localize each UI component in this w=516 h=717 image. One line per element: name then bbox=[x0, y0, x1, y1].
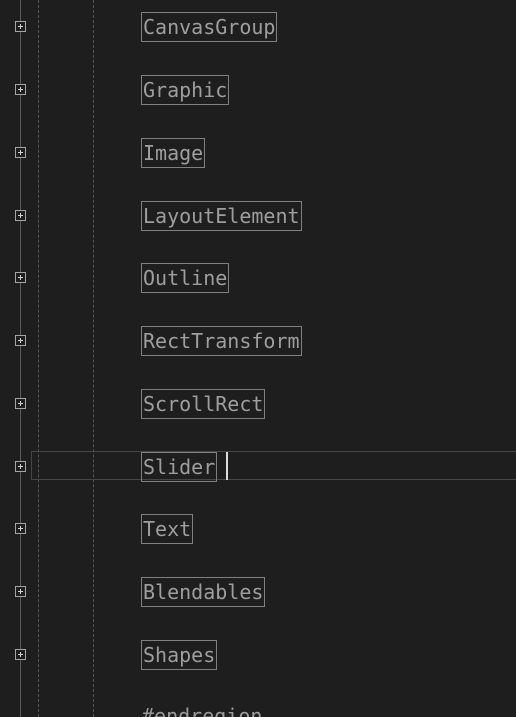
collapsed-region-row: CanvasGroup bbox=[0, 12, 516, 44]
collapsed-region-blendables[interactable]: Blendables bbox=[141, 577, 266, 607]
expand-plus-icon[interactable] bbox=[15, 649, 26, 660]
collapsed-region-row: Graphic bbox=[0, 75, 516, 107]
collapsed-region-row: Blendables bbox=[0, 577, 516, 609]
expand-plus-icon[interactable] bbox=[15, 21, 26, 32]
code-editor[interactable]: CanvasGroup Graphic Image LayoutElement … bbox=[0, 0, 516, 717]
expand-plus-icon[interactable] bbox=[15, 586, 26, 597]
collapsed-region-row: Slider bbox=[0, 452, 516, 484]
expand-plus-icon[interactable] bbox=[15, 398, 26, 409]
collapsed-region-row: Shapes bbox=[0, 640, 516, 672]
collapsed-region-text[interactable]: Text bbox=[141, 514, 194, 544]
text-caret bbox=[226, 452, 228, 480]
fold-margin-line bbox=[20, 0, 21, 717]
collapsed-region-row: LayoutElement bbox=[0, 201, 516, 233]
collapsed-region-scrollrect[interactable]: ScrollRect bbox=[141, 389, 266, 419]
collapsed-region-image[interactable]: Image bbox=[141, 138, 206, 168]
indent-guide bbox=[38, 0, 39, 717]
collapsed-region-outline[interactable]: Outline bbox=[141, 263, 230, 293]
expand-plus-icon[interactable] bbox=[15, 210, 26, 221]
expand-plus-icon[interactable] bbox=[15, 147, 26, 158]
collapsed-region-row: Outline bbox=[0, 263, 516, 295]
endregion-directive[interactable]: #endregion bbox=[142, 702, 262, 717]
expand-plus-icon[interactable] bbox=[15, 461, 26, 472]
collapsed-region-shapes[interactable]: Shapes bbox=[141, 640, 218, 670]
collapsed-region-row: RectTransform bbox=[0, 326, 516, 358]
indent-guide bbox=[93, 0, 94, 717]
collapsed-region-recttransform[interactable]: RectTransform bbox=[141, 326, 302, 356]
collapsed-region-row: Text bbox=[0, 514, 516, 546]
expand-plus-icon[interactable] bbox=[15, 335, 26, 346]
expand-plus-icon[interactable] bbox=[15, 272, 26, 283]
expand-plus-icon[interactable] bbox=[15, 84, 26, 95]
collapsed-region-row: ScrollRect bbox=[0, 389, 516, 421]
collapsed-region-layoutelement[interactable]: LayoutElement bbox=[141, 201, 302, 231]
collapsed-region-graphic[interactable]: Graphic bbox=[141, 75, 230, 105]
collapsed-region-slider[interactable]: Slider bbox=[141, 452, 218, 482]
collapsed-region-canvasgroup[interactable]: CanvasGroup bbox=[141, 12, 278, 42]
expand-plus-icon[interactable] bbox=[15, 523, 26, 534]
collapsed-region-row: Image bbox=[0, 138, 516, 170]
